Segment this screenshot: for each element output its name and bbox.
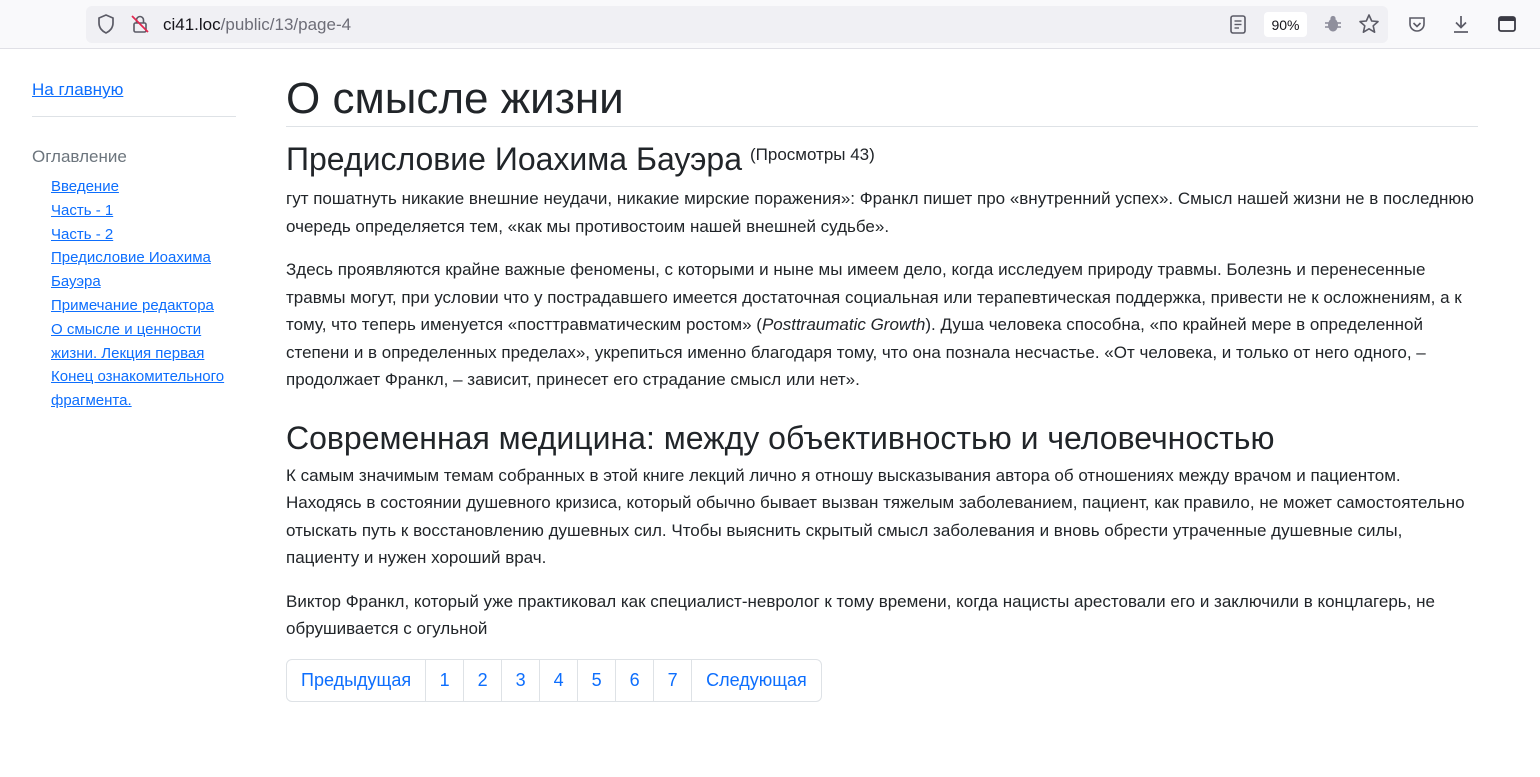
toc-link-editor-note[interactable]: Примечание редактора	[51, 297, 214, 314]
toc-item: Примечание редактора	[51, 294, 236, 318]
zoom-level-badge[interactable]: 90%	[1264, 12, 1307, 37]
window-icon[interactable]	[1496, 13, 1518, 35]
toc-link-preface[interactable]: Предисловие Иоахима Бауэра	[51, 249, 211, 290]
section-title: Предисловие Иоахима Бауэра (Просмотры 43)	[286, 139, 1478, 179]
paragraph: гут пошатнуть никакие внешние неудачи, н…	[286, 189, 1474, 236]
toc-item: Часть - 1	[51, 199, 236, 223]
views-count: (Просмотры 43)	[749, 145, 875, 164]
toc-title: Оглавление	[32, 147, 127, 166]
toc-link-part-2[interactable]: Часть - 2	[51, 226, 113, 243]
bug-icon[interactable]	[1323, 14, 1343, 34]
main-content: О смысле жизни Предисловие Иоахима Бауэр…	[286, 72, 1478, 702]
pocket-icon[interactable]	[1406, 14, 1428, 36]
paragraph: К самым значимым темам собранных в этой …	[286, 465, 1465, 568]
page-title: О смысле жизни	[286, 74, 624, 123]
toc-item: Часть - 2	[51, 223, 236, 247]
section-title-text: Предисловие Иоахима Бауэра	[286, 141, 742, 177]
pagination-next[interactable]: Следующая	[691, 659, 821, 701]
toc-item: Конец ознакомительного фрагмента.	[51, 365, 236, 413]
pagination-page-5[interactable]: 5	[577, 659, 615, 701]
toc-item: О смысле и ценности жизни. Лекция первая	[51, 318, 236, 366]
toc-link-part-1[interactable]: Часть - 1	[51, 202, 113, 219]
insecure-lock-icon[interactable]	[130, 14, 150, 34]
pagination: Предыдущая 1 2 3 4 5 6 7 Следующая	[286, 658, 822, 702]
pagination-page-1[interactable]: 1	[425, 659, 463, 701]
pagination-prev[interactable]: Предыдущая	[287, 660, 425, 701]
paragraph: Виктор Франкл, который уже практиковал к…	[286, 591, 1435, 639]
toc-link-lecture-one[interactable]: О смысле и ценности жизни. Лекция первая	[51, 321, 204, 362]
paragraph: Здесь проявляются крайне важные феномены…	[286, 256, 1478, 394]
title-divider	[286, 126, 1478, 127]
toc-link-intro[interactable]: Введение	[51, 178, 119, 195]
toc-item: Введение	[51, 175, 236, 199]
pagination-page-7[interactable]: 7	[653, 659, 691, 701]
pagination-page-3[interactable]: 3	[501, 659, 539, 701]
home-link[interactable]: На главную	[32, 80, 123, 100]
bookmark-star-icon[interactable]	[1358, 13, 1380, 35]
url-text[interactable]: ci41.loc/public/13/page-4	[163, 15, 351, 35]
pagination-page-6[interactable]: 6	[615, 659, 653, 701]
reader-view-icon[interactable]	[1228, 14, 1248, 34]
browser-toolbar: ci41.loc/public/13/page-4 90%	[0, 0, 1540, 49]
shield-icon[interactable]	[96, 14, 116, 34]
paragraph-emphasis: Posttraumatic Growth	[761, 315, 926, 334]
sidebar-divider	[32, 116, 236, 117]
toc-list: Введение Часть - 1 Часть - 2 Предисловие…	[32, 175, 236, 413]
url-bar[interactable]: ci41.loc/public/13/page-4 90%	[86, 6, 1388, 43]
pagination-page-2[interactable]: 2	[463, 659, 501, 701]
subsection-title: Современная медицина: между объективност…	[286, 419, 1275, 456]
toc-link-end-fragment[interactable]: Конец ознакомительного фрагмента.	[51, 368, 224, 409]
toc-item: Предисловие Иоахима Бауэра	[51, 246, 236, 294]
pagination-page-4[interactable]: 4	[539, 659, 577, 701]
sidebar: На главную Оглавление Введение Часть - 1…	[32, 78, 236, 413]
download-icon[interactable]	[1450, 13, 1472, 35]
